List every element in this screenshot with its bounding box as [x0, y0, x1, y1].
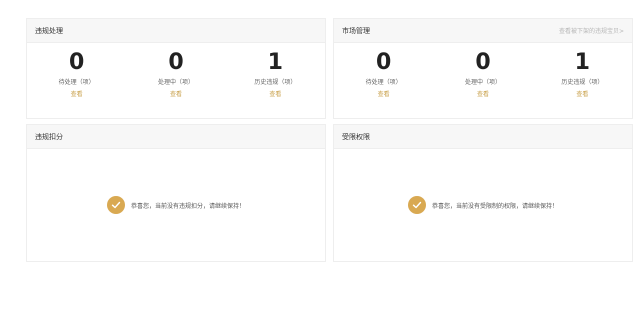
view-link[interactable]: 查看 [71, 89, 83, 98]
stat-value: 0 [168, 50, 184, 75]
check-circle-icon [407, 196, 426, 214]
market-management-stats: 0 待处理（项） 查看 0 处理中（项） 查看 1 历史违规（项） 查看 [334, 43, 632, 99]
empty-message: 恭喜您，当前没有违规扣分，请继续保持！ [130, 202, 245, 210]
violation-points-title: 违规扣分 [35, 132, 63, 141]
stat-pending: 0 待处理（项） 查看 [335, 50, 433, 99]
check-circle-icon [106, 196, 125, 214]
stat-label: 处理中（项） [157, 79, 194, 86]
stat-value: 0 [376, 50, 392, 75]
stat-processing: 0 处理中（项） 查看 [434, 50, 532, 99]
violation-points-header: 违规扣分 [27, 125, 325, 149]
stat-label: 待处理（项） [365, 79, 402, 86]
view-link[interactable]: 查看 [576, 89, 588, 98]
view-link[interactable]: 查看 [477, 89, 489, 98]
restricted-permissions-title: 受限权限 [342, 132, 370, 141]
stat-label: 待处理（项） [58, 79, 95, 86]
view-link[interactable]: 查看 [378, 89, 390, 98]
delisted-items-link[interactable]: 查看被下架的违规宝贝> [559, 26, 624, 35]
market-management-header: 市场管理 查看被下架的违规宝贝> [334, 19, 632, 43]
stat-value: 0 [69, 50, 85, 75]
stat-history: 1 历史违规（项） 查看 [226, 50, 324, 99]
violation-handling-panel: 违规处理 0 待处理（项） 查看 0 处理中（项） 查看 1 历史违规（项） 查… [26, 18, 326, 119]
stat-value: 1 [574, 50, 590, 75]
violation-handling-title: 违规处理 [35, 26, 63, 35]
violation-handling-header: 违规处理 [27, 19, 325, 43]
restricted-permissions-panel: 受限权限 恭喜您，当前没有受限制的权限，请继续保持！ [333, 124, 633, 262]
violation-points-panel: 违规扣分 恭喜您，当前没有违规扣分，请继续保持！ [26, 124, 326, 262]
empty-message: 恭喜您，当前没有受限制的权限，请继续保持！ [431, 202, 558, 210]
view-link[interactable]: 查看 [170, 89, 182, 98]
stat-history: 1 历史违规（项） 查看 [533, 50, 631, 99]
stat-value: 1 [267, 50, 283, 75]
violation-handling-stats: 0 待处理（项） 查看 0 处理中（项） 查看 1 历史违规（项） 查看 [27, 43, 325, 99]
stat-processing: 0 处理中（项） 查看 [127, 50, 225, 99]
stat-label: 处理中（项） [464, 79, 501, 86]
restricted-permissions-header: 受限权限 [334, 125, 632, 149]
view-link[interactable]: 查看 [269, 89, 281, 98]
market-management-panel: 市场管理 查看被下架的违规宝贝> 0 待处理（项） 查看 0 处理中（项） 查看… [333, 18, 633, 119]
violation-points-empty-state: 恭喜您，当前没有违规扣分，请继续保持！ [27, 149, 325, 261]
market-management-title: 市场管理 [342, 26, 370, 35]
stat-label: 历史违规（项） [254, 79, 297, 86]
restricted-permissions-empty-state: 恭喜您，当前没有受限制的权限，请继续保持！ [334, 149, 632, 261]
stat-value: 0 [475, 50, 491, 75]
stat-pending: 0 待处理（项） 查看 [28, 50, 126, 99]
stat-label: 历史违规（项） [561, 79, 604, 86]
